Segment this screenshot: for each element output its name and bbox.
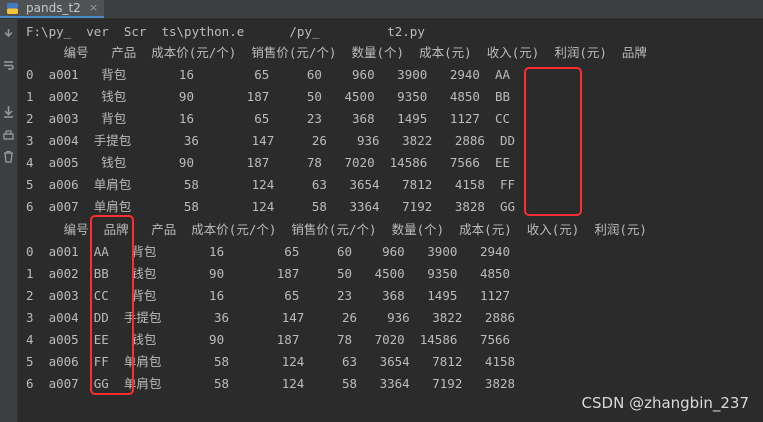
table1-row: 0 a001 背包 16 65 60 960 3900 2940 AA <box>26 67 511 82</box>
table1-row: 1 a002 钱包 90 187 50 4500 9350 4850 BB <box>26 89 511 104</box>
trash-icon[interactable] <box>2 150 15 163</box>
rerun-icon[interactable] <box>2 26 15 39</box>
table1-row: 2 a003 背包 16 65 23 368 1495 1127 CC <box>26 111 511 126</box>
table1-row: 3 a004 手提包 36 147 26 936 3822 2886 DD <box>26 133 516 148</box>
scroll-down-icon[interactable] <box>2 105 15 118</box>
close-icon[interactable]: × <box>89 0 98 16</box>
table1-row: 4 a005 钱包 90 187 78 7020 14586 7566 EE <box>26 155 511 170</box>
table1-header: 编号 产品 成本价(元/个) 销售价(元/个) 数量(个) 成本(元) 收入(元… <box>26 45 647 60</box>
brand-column-highlight-box <box>524 67 582 216</box>
run-console-output[interactable]: F:\py_ ver Scr ts\python.e /py_ t2.py 编号… <box>18 19 763 422</box>
print-icon[interactable] <box>2 129 15 142</box>
brand-column-moved-highlight-box <box>90 215 134 395</box>
table1-row: 6 a007 单肩包 58 124 58 3364 7192 3828 GG <box>26 199 516 214</box>
editor-tab-bar: pands_t2 × <box>0 0 763 19</box>
table1-row: 5 a006 单肩包 58 124 63 3654 7812 4158 FF <box>26 177 516 192</box>
script-path-line: F:\py_ ver Scr ts\python.e /py_ t2.py <box>26 24 425 39</box>
soft-wrap-icon[interactable] <box>2 59 15 72</box>
console-toolbar <box>0 19 18 422</box>
tab-pands-t2[interactable]: pands_t2 × <box>0 0 104 18</box>
csdn-watermark: CSDN @zhangbin_237 <box>581 394 749 412</box>
python-file-icon <box>7 3 18 14</box>
tab-label: pands_t2 <box>26 1 81 15</box>
